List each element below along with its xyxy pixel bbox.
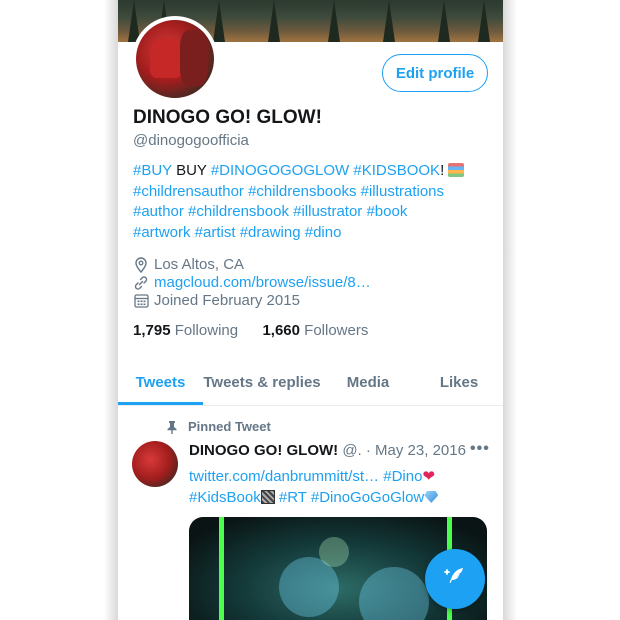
compose-tweet-button[interactable] [425,549,485,609]
profile-screen: Edit profile DINOGO GO! GLOW! @dinogogoo… [118,0,503,620]
hashtag-link[interactable]: #DINOGOGOGLOW [211,162,349,179]
bio-hashtags-line[interactable]: #artwork #artist #drawing #dino [133,223,493,244]
calendar-icon [133,293,149,309]
hashtag-link[interactable]: #RT [279,489,307,506]
compose-tweet-icon [442,564,468,595]
followers-link[interactable]: 1,660 Followers [262,322,368,339]
hashtag-link[interactable]: #BUY [133,162,172,179]
following-link[interactable]: 1,795 Following [133,322,238,339]
following-label: Following [174,322,239,339]
edit-profile-button[interactable]: Edit profile [382,54,488,92]
tweet-author-avatar[interactable] [132,441,178,487]
followers-label: Followers [304,322,369,339]
followers-count: 1,660 [262,322,300,339]
profile-handle: @dinogogoofficia [133,132,249,149]
bio-text: BUY [171,162,211,179]
pinned-tweet-label: Pinned Tweet [166,419,271,434]
profile-avatar[interactable] [132,16,218,102]
tweet-header: DINOGO GO! GLOW! @. · May 23, 2016 [189,442,466,459]
website-link[interactable]: magcloud.com/browse/issue/8… [154,274,371,291]
bio-text: ! [440,162,445,179]
tab-tweets[interactable]: Tweets [118,360,203,405]
hashtag-link[interactable]: #KIDSBOOK [353,162,440,179]
hashtag-link[interactable]: #KidsBook [189,489,261,506]
profile-location: Los Altos, CA [133,256,244,273]
following-count: 1,795 [133,322,171,339]
bio-hashtags-line[interactable]: #childrensauthor #childrensbooks #illust… [133,182,493,203]
hashtag-link[interactable]: #Dino [383,468,422,485]
tweet-author-name[interactable]: DINOGO GO! GLOW! [189,442,338,459]
profile-name: DINOGO GO! GLOW! [133,107,322,128]
heart-emoji-icon: ❤ [422,468,436,485]
tab-media[interactable]: Media [321,360,415,405]
follow-stats: 1,795 Following 1,660 Followers [133,322,368,339]
tab-likes[interactable]: Likes [415,360,503,405]
books-emoji-icon [448,163,465,177]
phone-frame-left [0,0,118,620]
pin-icon [166,420,178,434]
tab-tweets-replies[interactable]: Tweets & replies [203,360,321,405]
tweet-link[interactable]: twitter.com/danbrummitt/st… [189,468,379,485]
more-options-icon[interactable]: ••• [470,440,490,458]
phone-frame-right [503,0,620,620]
profile-joined: Joined February 2015 [133,292,300,309]
location-text: Los Altos, CA [154,256,245,273]
grid-emoji-icon [260,490,275,504]
bio-hashtags-line[interactable]: #author #childrensbook #illustrator #boo… [133,202,493,223]
profile-bio: #BUY BUY #DINOGOGOGLOW #KIDSBOOK! #child… [133,161,493,243]
profile-tabs: Tweets Tweets & replies Media Likes [118,360,503,406]
tweet-text: twitter.com/danbrummitt/st… #Dino❤ #Kids… [189,466,489,508]
pinned-tweet-text: Pinned Tweet [188,419,271,434]
profile-website[interactable]: magcloud.com/browse/issue/8… [133,274,371,291]
hashtag-link[interactable]: #DinoGoGoGlow [311,489,424,506]
tweet-meta: @. · May 23, 2016 [342,442,466,459]
joined-text: Joined February 2015 [154,292,300,309]
location-pin-icon [133,256,149,273]
link-icon [133,275,149,291]
gem-emoji-icon [424,491,439,503]
